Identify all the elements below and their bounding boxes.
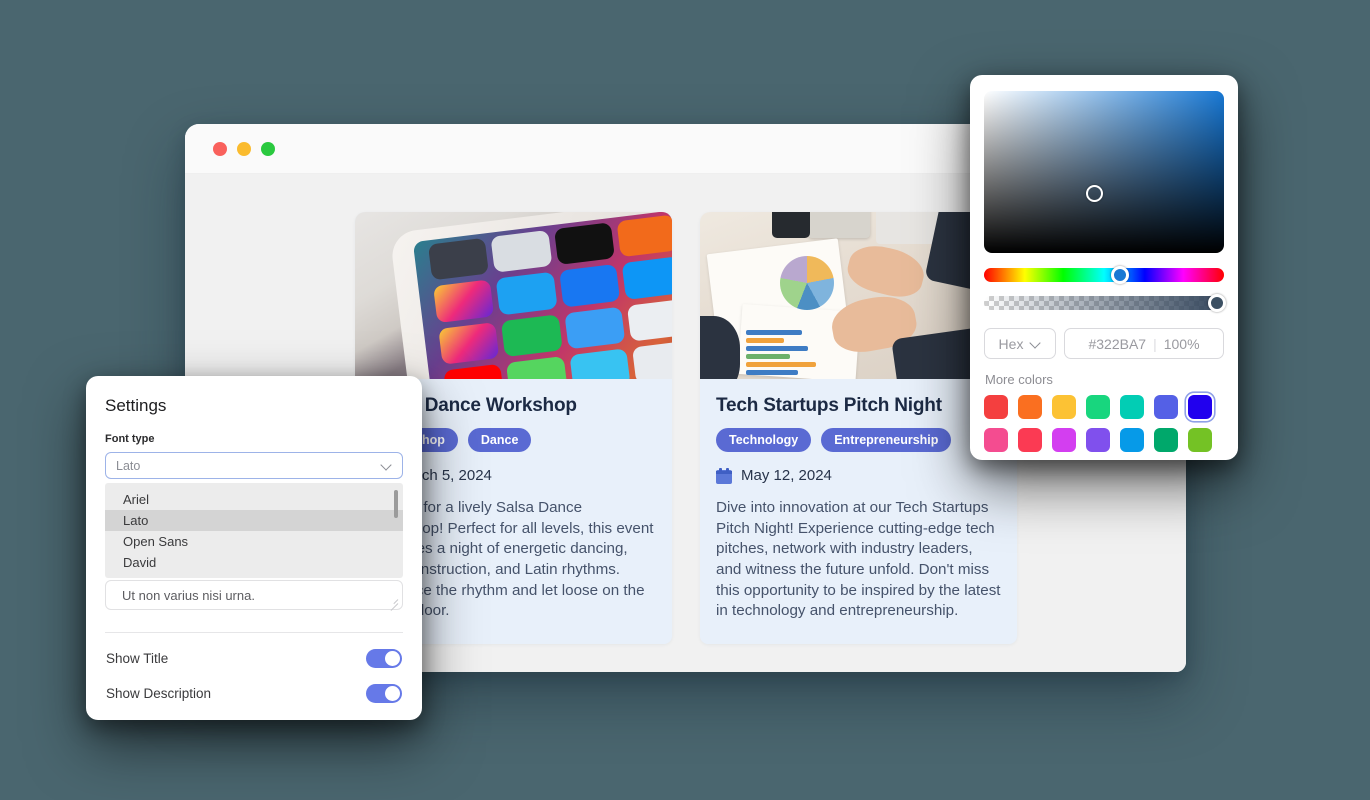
event-tag[interactable]: Technology (716, 428, 812, 452)
color-swatch[interactable] (1120, 395, 1144, 419)
font-option-david[interactable]: David (105, 552, 403, 573)
color-format-label: Hex (998, 335, 1024, 352)
color-swatch[interactable] (1052, 395, 1076, 419)
font-type-dropdown-list[interactable]: Ariel Lato Open Sans David (105, 483, 403, 578)
font-type-label: Font type (105, 433, 155, 445)
chevron-down-icon (381, 460, 392, 471)
hex-value-text: #322BA7 (1088, 335, 1147, 352)
color-swatch-selected[interactable] (1188, 395, 1212, 419)
color-input-row: Hex #322BA7 | 100% (984, 328, 1224, 359)
font-option-ariel[interactable]: Ariel (105, 489, 403, 510)
font-option-open-sans[interactable]: Open Sans (105, 531, 403, 552)
saturation-value-area[interactable] (984, 91, 1224, 253)
color-swatch[interactable] (1018, 395, 1042, 419)
show-description-toggle[interactable] (366, 684, 402, 703)
color-swatch[interactable] (1018, 428, 1042, 452)
settings-panel: Settings Font type Lato Ariel Lato Open … (86, 376, 422, 720)
hue-slider[interactable] (984, 266, 1224, 284)
phone-home-screen-photo (355, 212, 672, 379)
close-window-button[interactable] (213, 141, 227, 156)
show-title-row: Show Title (105, 633, 403, 668)
calendar-icon (716, 467, 732, 484)
alpha-slider[interactable] (984, 294, 1226, 312)
font-type-select[interactable]: Lato (105, 452, 403, 479)
color-swatch[interactable] (984, 428, 1008, 452)
resize-handle-icon[interactable] (387, 595, 399, 611)
event-card-description: Dive into innovation at our Tech Startup… (716, 499, 1001, 620)
description-textarea[interactable]: Ut non varius nisi urna. (105, 580, 403, 611)
font-type-selected-value: Lato (116, 458, 141, 473)
event-card-tags: Technology Entrepreneurship (716, 428, 1001, 452)
show-description-row: Show Description (105, 668, 403, 703)
screen: Salsa Dance Workshop Workshop Dance Marc… (0, 0, 1370, 800)
settings-panel-title: Settings (105, 396, 167, 415)
color-format-select[interactable]: Hex (984, 328, 1056, 359)
color-swatch[interactable] (1188, 428, 1212, 452)
dropdown-scrollbar[interactable] (394, 490, 398, 518)
opacity-value-text: 100% (1163, 335, 1200, 352)
hex-value-input[interactable]: #322BA7 | 100% (1064, 328, 1224, 359)
color-swatch[interactable] (1120, 428, 1144, 452)
alpha-slider-handle[interactable] (1208, 294, 1226, 312)
chevron-down-icon (1030, 338, 1041, 349)
input-divider: | (1153, 335, 1157, 352)
description-textarea-value: Ut non varius nisi urna. (122, 587, 255, 603)
maximize-window-button[interactable] (261, 141, 275, 156)
color-picker-panel: Hex #322BA7 | 100% More colors (970, 75, 1238, 460)
color-swatch[interactable] (1052, 428, 1076, 452)
swatch-row-1 (984, 395, 1224, 419)
color-swatch[interactable] (1154, 428, 1178, 452)
color-swatch[interactable] (1086, 428, 1110, 452)
color-swatch[interactable] (984, 395, 1008, 419)
event-date-text: May 12, 2024 (741, 467, 832, 484)
swatch-row-2 (984, 428, 1224, 452)
saturation-value-handle[interactable] (1086, 185, 1103, 202)
show-title-label: Show Title (106, 651, 169, 666)
color-swatch[interactable] (1086, 395, 1110, 419)
event-tag[interactable]: Entrepreneurship (821, 428, 952, 452)
font-option-lato[interactable]: Lato (105, 510, 403, 531)
more-colors-label: More colors (985, 372, 1053, 387)
show-title-toggle[interactable] (366, 649, 402, 668)
event-tag[interactable]: Dance (467, 428, 532, 452)
show-description-label: Show Description (106, 686, 212, 701)
event-card-date: May 12, 2024 (716, 467, 1001, 484)
color-swatch[interactable] (1154, 395, 1178, 419)
event-card-title: Tech Startups Pitch Night (716, 395, 942, 416)
minimize-window-button[interactable] (237, 141, 251, 156)
hue-slider-handle[interactable] (1111, 266, 1130, 284)
